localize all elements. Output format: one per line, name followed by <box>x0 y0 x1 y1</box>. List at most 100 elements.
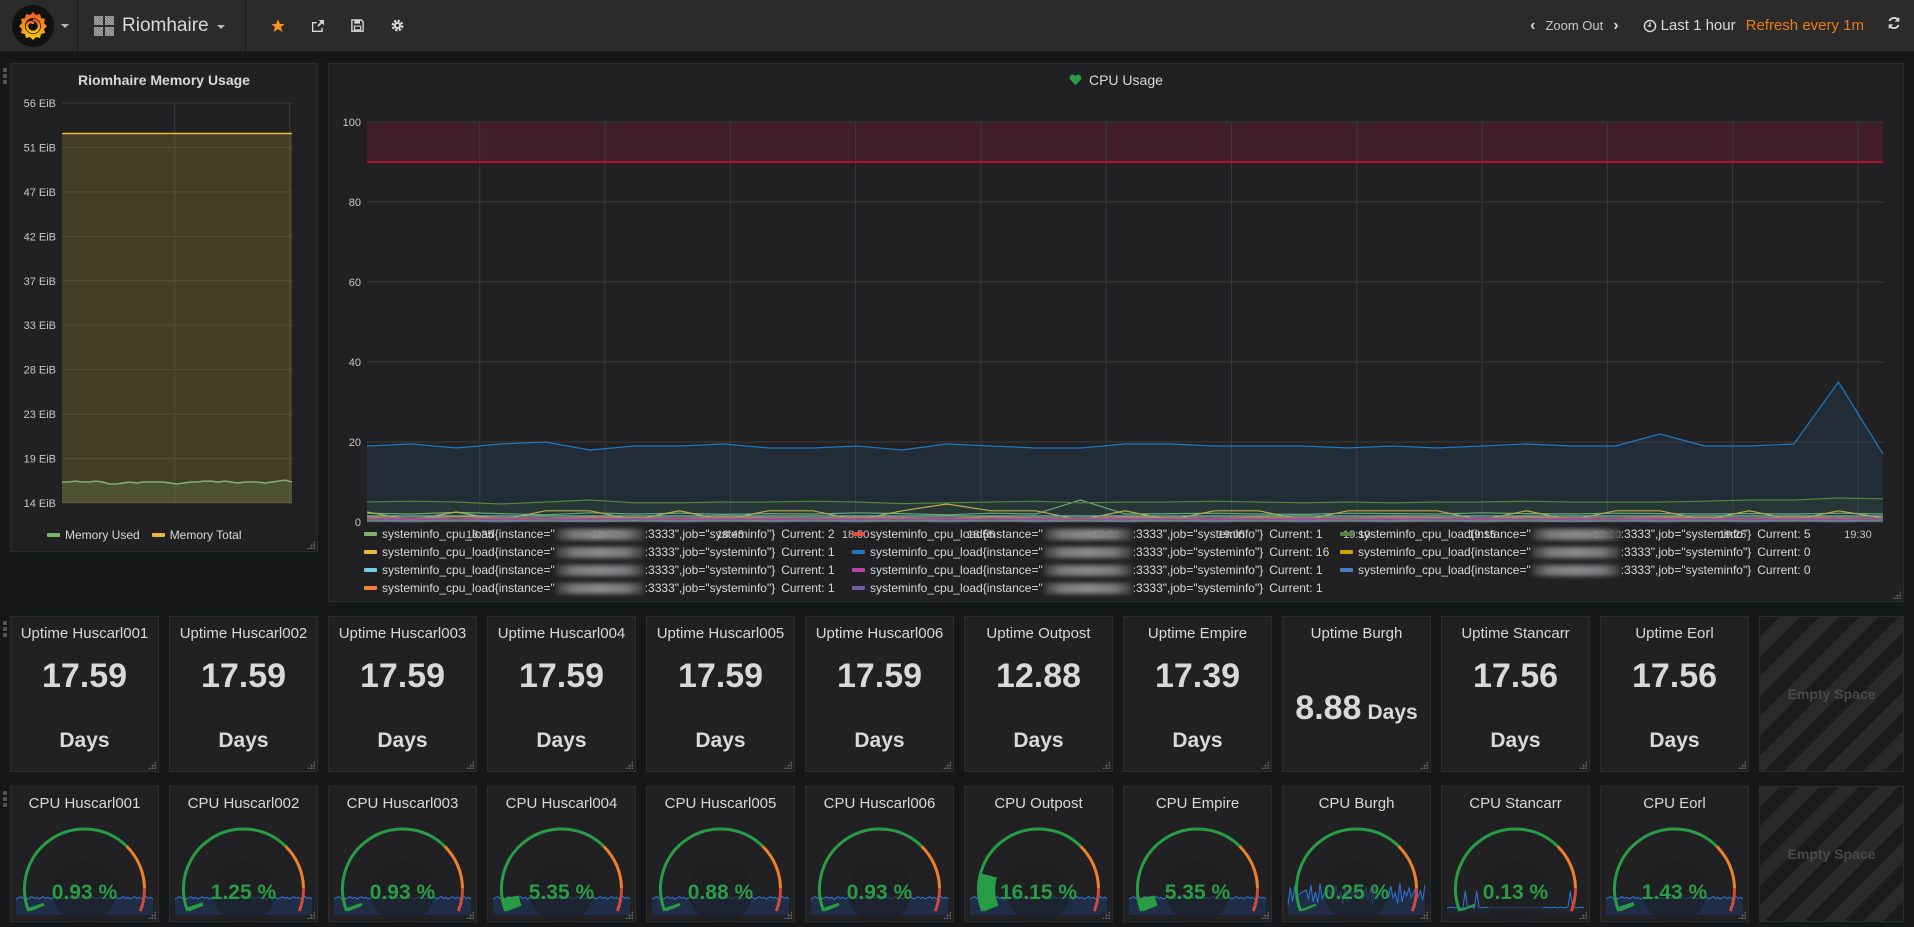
cpu-gauge-panel: CPU Huscarl005 0.88 % <box>646 786 795 922</box>
legend-item[interactable]: Memory Total <box>151 526 242 544</box>
legend-item[interactable]: systeminfo_cpu_load{instance=":3333",job… <box>852 543 1340 561</box>
refresh-button[interactable] <box>1886 15 1902 36</box>
panel-resize-handle[interactable] <box>625 761 633 769</box>
panel-title[interactable]: Riomhaire Memory Usage <box>11 64 317 88</box>
panel-title[interactable]: CPU Huscarl006 <box>806 787 953 812</box>
legend-item[interactable]: systeminfo_cpu_load{instance=":3333",job… <box>852 579 1340 597</box>
y-tick-label: 19 EiB <box>24 454 56 466</box>
gauge-chart <box>1287 827 1426 921</box>
time-forward-button[interactable]: › <box>1603 17 1628 35</box>
legend-item[interactable]: systeminfo_cpu_load{instance=":3333",job… <box>1340 561 1828 579</box>
panel-title[interactable]: CPU Huscarl005 <box>647 787 794 812</box>
clock-icon <box>1643 19 1656 32</box>
stat-unit: Days <box>1172 729 1223 752</box>
share-button[interactable] <box>298 0 338 52</box>
panel-title[interactable]: CPU Stancarr <box>1442 787 1589 812</box>
legend-item[interactable]: systeminfo_cpu_load{instance=":3333",job… <box>364 579 852 597</box>
panel-resize-handle[interactable] <box>1420 761 1428 769</box>
panel-resize-handle[interactable] <box>943 761 951 769</box>
panel-resize-handle[interactable] <box>307 541 315 549</box>
panel-resize-handle[interactable] <box>148 761 156 769</box>
empty-space-panel: Empty Space <box>1759 786 1904 922</box>
gauge-value: 0.93 % <box>51 881 118 904</box>
stat-unit: Days <box>1013 729 1064 752</box>
save-button[interactable] <box>338 0 378 52</box>
panel-title[interactable]: Uptime Burgh <box>1283 617 1430 642</box>
legend-current-value: Current: 2 <box>781 527 835 541</box>
panel-resize-handle[interactable] <box>307 761 315 769</box>
dashboard-picker[interactable]: Riomhaire <box>78 0 246 52</box>
y-tick-label: 47 EiB <box>24 187 56 199</box>
panel-title[interactable]: CPU Burgh <box>1283 787 1430 812</box>
star-button[interactable] <box>258 0 298 52</box>
memory-usage-panel: Riomhaire Memory Usage 14 EiB 19 EiB 23 Ei… <box>3 63 318 552</box>
memory-legend: Memory Used Memory Total <box>47 526 242 544</box>
cpu-gauge-panel: CPU Stancarr 0.13 % <box>1441 786 1590 922</box>
row-drag-handle[interactable] <box>3 791 7 809</box>
alert-heart-icon <box>1069 74 1082 86</box>
panel-resize-handle[interactable] <box>1893 591 1901 599</box>
legend-item[interactable]: systeminfo_cpu_load{instance=":3333",job… <box>364 525 852 543</box>
panel-resize-handle[interactable] <box>1261 761 1269 769</box>
legend-item[interactable]: Memory Used <box>47 526 140 544</box>
legend-series-name-suffix: :3333",job="systeminfo"} <box>644 545 776 559</box>
panel-title-wrap[interactable]: CPU Usage <box>329 64 1903 88</box>
panel-title[interactable]: CPU Huscarl002 <box>170 787 317 812</box>
panel-title[interactable]: Uptime Huscarl006 <box>806 617 953 642</box>
stat-value: 17.59 <box>359 657 446 695</box>
y-tick-label: 0 <box>355 517 361 529</box>
gauge-chart <box>333 827 472 921</box>
panel-title[interactable]: Uptime Huscarl005 <box>647 617 794 642</box>
panel-title[interactable]: CPU Huscarl001 <box>11 787 158 812</box>
panel-title[interactable]: Uptime Huscarl003 <box>329 617 476 642</box>
legend-item[interactable]: systeminfo_cpu_load{instance=":3333",job… <box>1340 525 1828 543</box>
legend-item[interactable]: systeminfo_cpu_load{instance=":3333",job… <box>364 543 852 561</box>
panel-title[interactable]: CPU Eorl <box>1601 787 1748 812</box>
y-tick-label: 42 EiB <box>24 231 56 243</box>
legend-item[interactable]: systeminfo_cpu_load{instance=":3333",job… <box>852 561 1340 579</box>
redacted-instance <box>1043 582 1132 594</box>
panel-title[interactable]: Uptime Huscarl001 <box>11 617 158 642</box>
grafana-menu-button[interactable] <box>0 0 78 52</box>
legend-swatch <box>1340 550 1353 554</box>
stat-unit: Days <box>854 729 905 752</box>
time-controls: ‹ Zoom Out › Last 1 hour Refresh every 1… <box>1520 0 1914 52</box>
panel-title[interactable]: Uptime Eorl <box>1601 617 1748 642</box>
row-drag-handle[interactable] <box>3 68 7 86</box>
gauge-value: 5.35 % <box>528 881 595 904</box>
panel-resize-handle[interactable] <box>1738 761 1746 769</box>
settings-button[interactable] <box>378 0 418 52</box>
redacted-instance <box>1531 546 1620 558</box>
legend-item[interactable]: systeminfo_cpu_load{instance=":3333",job… <box>1340 543 1828 561</box>
panel-title[interactable]: Uptime Huscarl004 <box>488 617 635 642</box>
panel-resize-handle[interactable] <box>784 761 792 769</box>
gauge-chart <box>651 827 790 921</box>
panel-title[interactable]: Uptime Stancarr <box>1442 617 1589 642</box>
panel-title[interactable]: CPU Outpost <box>965 787 1112 812</box>
zoom-out-button[interactable]: Zoom Out <box>1545 18 1603 33</box>
panel-resize-handle[interactable] <box>1102 761 1110 769</box>
gauge-value: 16.15 % <box>999 881 1078 904</box>
y-tick-label: 100 <box>343 117 361 129</box>
panel-resize-handle[interactable] <box>466 761 474 769</box>
panel-title[interactable]: Uptime Huscarl002 <box>170 617 317 642</box>
time-back-button[interactable]: ‹ <box>1520 17 1545 35</box>
time-range-picker[interactable]: Last 1 hour <box>1643 17 1736 34</box>
legend-item[interactable]: systeminfo_cpu_load{instance=":3333",job… <box>364 561 852 579</box>
panel-title[interactable]: Uptime Outpost <box>965 617 1112 642</box>
panel-title[interactable]: Uptime Empire <box>1124 617 1271 642</box>
gauge-chart <box>15 827 154 921</box>
panel-title[interactable]: CPU Huscarl003 <box>329 787 476 812</box>
legend-series-name-prefix: systeminfo_cpu_load{instance=" <box>870 563 1043 577</box>
panel-resize-handle[interactable] <box>1579 761 1587 769</box>
panel-title[interactable]: CPU Empire <box>1124 787 1271 812</box>
legend-series-name-suffix: :3333",job="systeminfo"} <box>1620 527 1752 541</box>
legend-item[interactable]: systeminfo_cpu_load{instance=":3333",job… <box>852 525 1340 543</box>
cpu-gauge-panel: CPU Outpost 16.15 % <box>964 786 1113 922</box>
uptime-panel: Uptime Stancarr 17.56 Days <box>1441 616 1590 772</box>
row-drag-handle[interactable] <box>3 621 7 639</box>
uptime-panel: Uptime Huscarl001 17.59 Days <box>3 616 159 772</box>
dashboard-grid-icon <box>94 15 114 36</box>
panel-title[interactable]: CPU Huscarl004 <box>488 787 635 812</box>
refresh-interval[interactable]: Refresh every 1m <box>1746 17 1864 34</box>
